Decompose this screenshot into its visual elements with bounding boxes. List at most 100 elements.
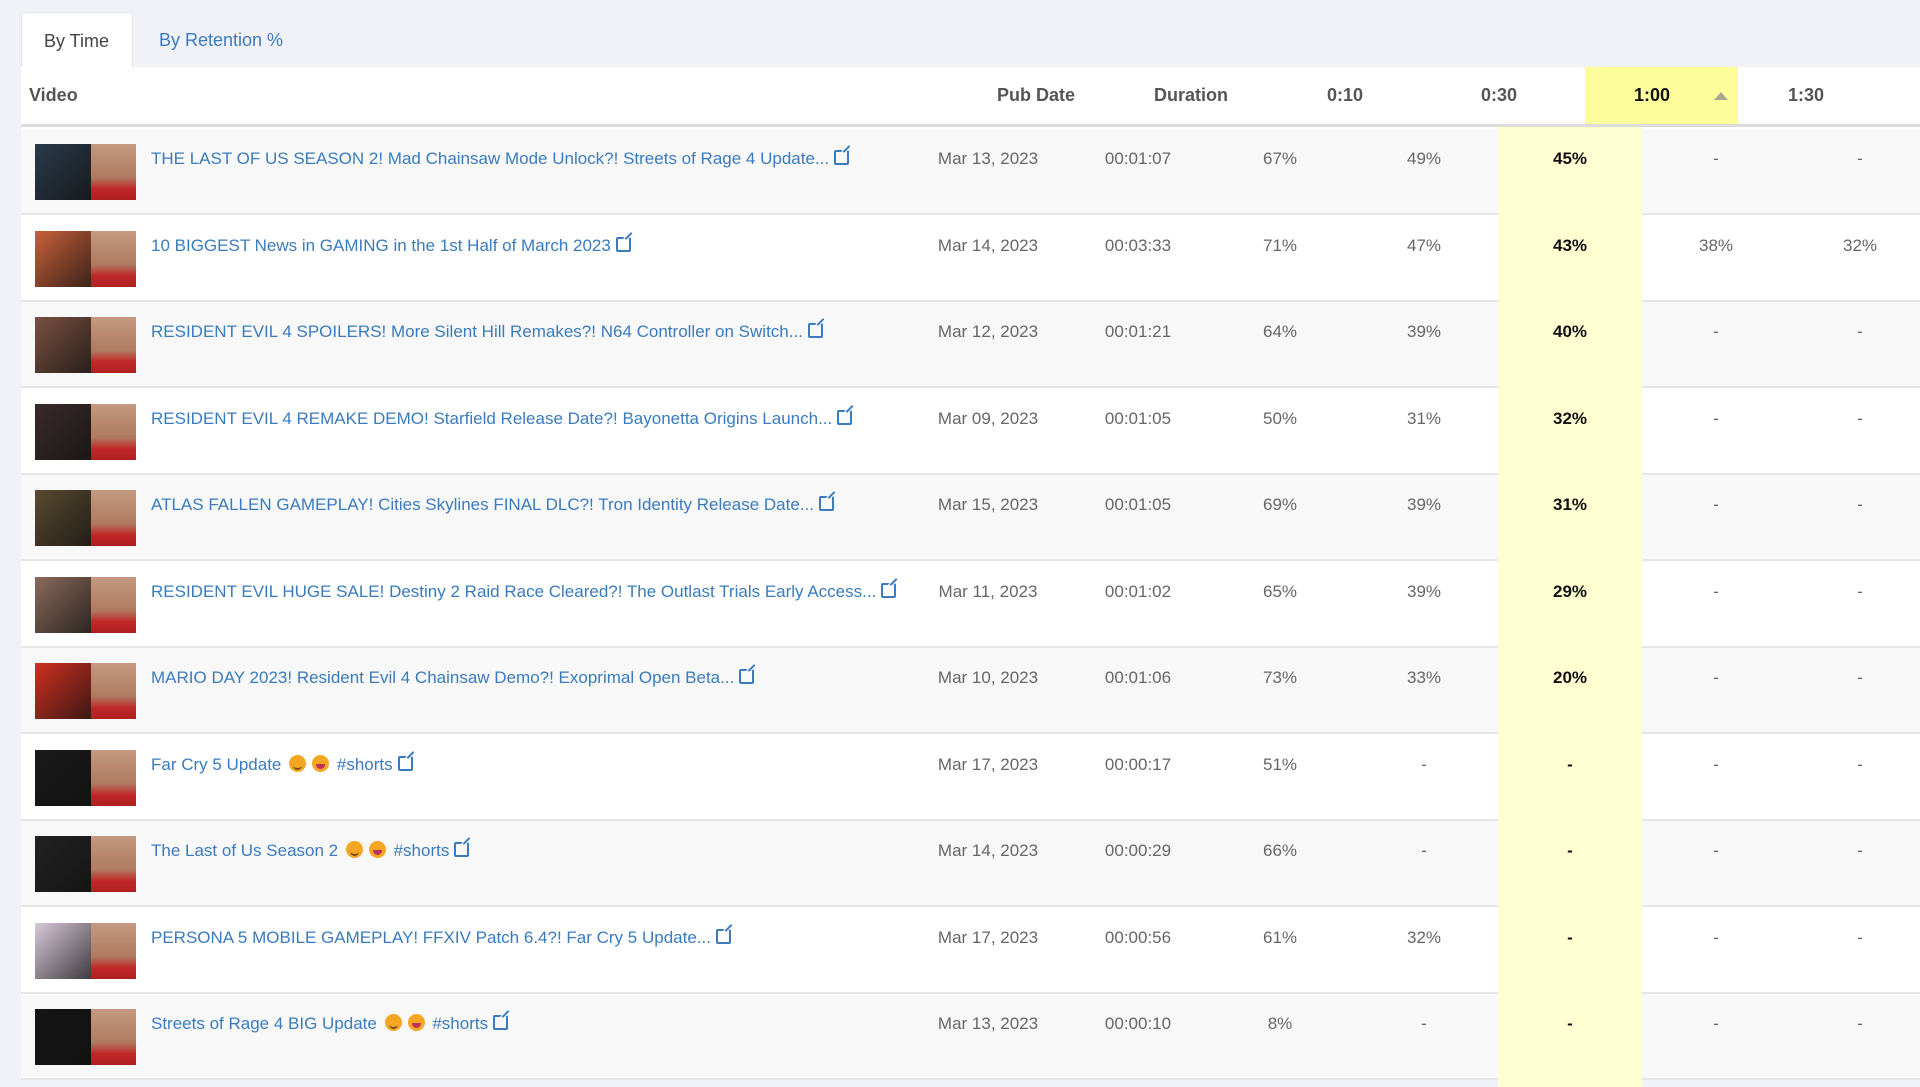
duration-cell: 00:01:21: [1104, 322, 1172, 341]
video-thumbnail[interactable]: [35, 490, 136, 546]
retention-1-00-cell: 32%: [1552, 408, 1588, 428]
external-link-icon[interactable]: [615, 236, 631, 252]
video-title-link[interactable]: 10 BIGGEST News in GAMING in the 1st Hal…: [151, 233, 921, 258]
pub-date-cell: Mar 14, 2023: [937, 235, 1039, 255]
video-title-suffix: #shorts: [336, 754, 393, 774]
video-thumbnail[interactable]: [35, 317, 136, 373]
retention-next-cell: -: [1857, 1014, 1863, 1033]
retention-1-00-cell: 29%: [1552, 581, 1588, 601]
retention-next-cell: -: [1857, 495, 1863, 514]
video-thumbnail[interactable]: [35, 1009, 136, 1065]
duration-cell: 00:00:29: [1104, 841, 1172, 860]
video-title-link[interactable]: RESIDENT EVIL HUGE SALE! Destiny 2 Raid …: [151, 579, 921, 604]
retention-0-30-cell: 47%: [1406, 235, 1442, 255]
video-title-link[interactable]: Streets of Rage 4 BIG Update #shorts: [151, 1011, 921, 1036]
external-link-icon[interactable]: [715, 928, 731, 944]
pub-date-cell: Mar 14, 2023: [937, 841, 1039, 860]
video-title-text: RESIDENT EVIL 4 SPOILERS! More Silent Hi…: [151, 322, 803, 341]
retention-0-30-cell: 39%: [1406, 581, 1442, 601]
video-title-text: Far Cry 5 Update: [151, 754, 282, 774]
retention-next-cell: -: [1857, 149, 1863, 168]
pub-date-cell: Mar 13, 2023: [937, 1014, 1039, 1033]
col-0-30[interactable]: 0:30: [1459, 67, 1539, 124]
video-thumbnail[interactable]: [35, 663, 136, 719]
retention-0-30-cell: 39%: [1406, 322, 1442, 341]
duration-cell: 00:01:07: [1104, 149, 1172, 168]
video-thumbnail[interactable]: [35, 922, 136, 979]
retention-0-10-cell: 66%: [1262, 841, 1298, 860]
col-video[interactable]: Video: [29, 67, 78, 124]
retention-0-30-cell: -: [1421, 1014, 1427, 1033]
video-title-text: MARIO DAY 2023! Resident Evil 4 Chainsaw…: [151, 668, 735, 687]
grinning-face-emoji-icon: [407, 1014, 425, 1031]
table-header: Video Pub Date Duration 0:10 0:30 1:00 1…: [21, 67, 1920, 127]
retention-next-cell: -: [1857, 581, 1863, 601]
video-title-link[interactable]: RESIDENT EVIL 4 SPOILERS! More Silent Hi…: [151, 319, 921, 344]
retention-0-30-cell: 49%: [1406, 149, 1442, 168]
video-title-link[interactable]: MARIO DAY 2023! Resident Evil 4 Chainsaw…: [151, 665, 921, 690]
external-link-icon[interactable]: [739, 669, 755, 684]
retention-0-10-cell: 51%: [1262, 754, 1298, 774]
video-thumbnail[interactable]: [35, 144, 136, 200]
video-title-link[interactable]: Far Cry 5 Update #shorts: [151, 752, 921, 777]
pub-date-cell: Mar 12, 2023: [937, 322, 1039, 341]
retention-0-30-cell: 33%: [1406, 668, 1442, 687]
video-title-link[interactable]: The Last of Us Season 2 #shorts: [151, 838, 921, 863]
external-link-icon[interactable]: [493, 1015, 509, 1030]
retention-0-30-cell: 31%: [1406, 408, 1442, 428]
retention-next-cell: -: [1857, 754, 1863, 774]
retention-0-10-cell: 50%: [1262, 408, 1298, 428]
retention-0-10-cell: 67%: [1262, 149, 1298, 168]
video-title-text: The Last of Us Season 2: [151, 841, 339, 860]
external-link-icon[interactable]: [881, 582, 897, 598]
col-0-10[interactable]: 0:10: [1305, 67, 1385, 124]
video-thumbnail[interactable]: [35, 749, 136, 806]
external-link-icon[interactable]: [454, 842, 470, 857]
retention-0-10-cell: 73%: [1262, 668, 1298, 687]
video-title-link[interactable]: ATLAS FALLEN GAMEPLAY! Cities Skylines F…: [151, 492, 921, 517]
video-title-link[interactable]: RESIDENT EVIL 4 REMAKE DEMO! Starfield R…: [151, 406, 921, 431]
col-1-30[interactable]: 1:30: [1766, 67, 1846, 124]
video-title-text: ATLAS FALLEN GAMEPLAY! Cities Skylines F…: [151, 495, 814, 514]
retention-1-00-cell: -: [1567, 1014, 1573, 1033]
col-duration[interactable]: Duration: [1131, 67, 1251, 124]
retention-1-00-cell: 31%: [1552, 495, 1588, 514]
retention-next-cell: -: [1857, 668, 1863, 687]
retention-table: Video Pub Date Duration 0:10 0:30 1:00 1…: [21, 67, 1920, 1087]
retention-1-00-cell: -: [1567, 841, 1573, 860]
duration-cell: 00:01:06: [1104, 668, 1172, 687]
smiling-face-emoji-icon: [345, 841, 363, 858]
video-thumbnail[interactable]: [35, 836, 136, 892]
col-pub-date[interactable]: Pub Date: [976, 67, 1096, 124]
video-title-suffix: #shorts: [393, 841, 450, 860]
video-thumbnail[interactable]: [35, 576, 136, 633]
tab-by-time[interactable]: By Time: [21, 12, 133, 68]
external-link-icon[interactable]: [818, 496, 834, 511]
video-title-link[interactable]: THE LAST OF US SEASON 2! Mad Chainsaw Mo…: [151, 146, 921, 171]
retention-0-10-cell: 64%: [1262, 322, 1298, 341]
retention-1-30-cell: -: [1713, 1014, 1719, 1033]
video-title-link[interactable]: PERSONA 5 MOBILE GAMEPLAY! FFXIV Patch 6…: [151, 925, 921, 950]
video-thumbnail[interactable]: [35, 403, 136, 460]
external-link-icon[interactable]: [834, 150, 850, 165]
pub-date-cell: Mar 17, 2023: [937, 754, 1039, 774]
duration-cell: 00:00:17: [1104, 754, 1172, 774]
duration-cell: 00:00:10: [1104, 1014, 1172, 1033]
external-link-icon[interactable]: [807, 323, 823, 338]
sort-ascending-icon[interactable]: [1714, 92, 1728, 100]
video-title-text: PERSONA 5 MOBILE GAMEPLAY! FFXIV Patch 6…: [151, 927, 711, 947]
retention-1-30-cell: -: [1713, 149, 1719, 168]
tab-by-retention[interactable]: By Retention %: [137, 12, 305, 68]
video-thumbnail[interactable]: [35, 230, 136, 287]
external-link-icon[interactable]: [397, 755, 413, 771]
col-1-00[interactable]: 1:00: [1612, 67, 1692, 124]
video-title-text: THE LAST OF US SEASON 2! Mad Chainsaw Mo…: [151, 149, 830, 168]
retention-next-cell: -: [1857, 927, 1863, 947]
retention-next-cell: -: [1857, 408, 1863, 428]
pub-date-cell: Mar 15, 2023: [937, 495, 1039, 514]
pub-date-cell: Mar 17, 2023: [937, 927, 1039, 947]
external-link-icon[interactable]: [837, 409, 853, 425]
retention-1-00-cell: 43%: [1552, 235, 1588, 255]
retention-1-30-cell: -: [1713, 668, 1719, 687]
retention-1-30-cell: -: [1713, 841, 1719, 860]
